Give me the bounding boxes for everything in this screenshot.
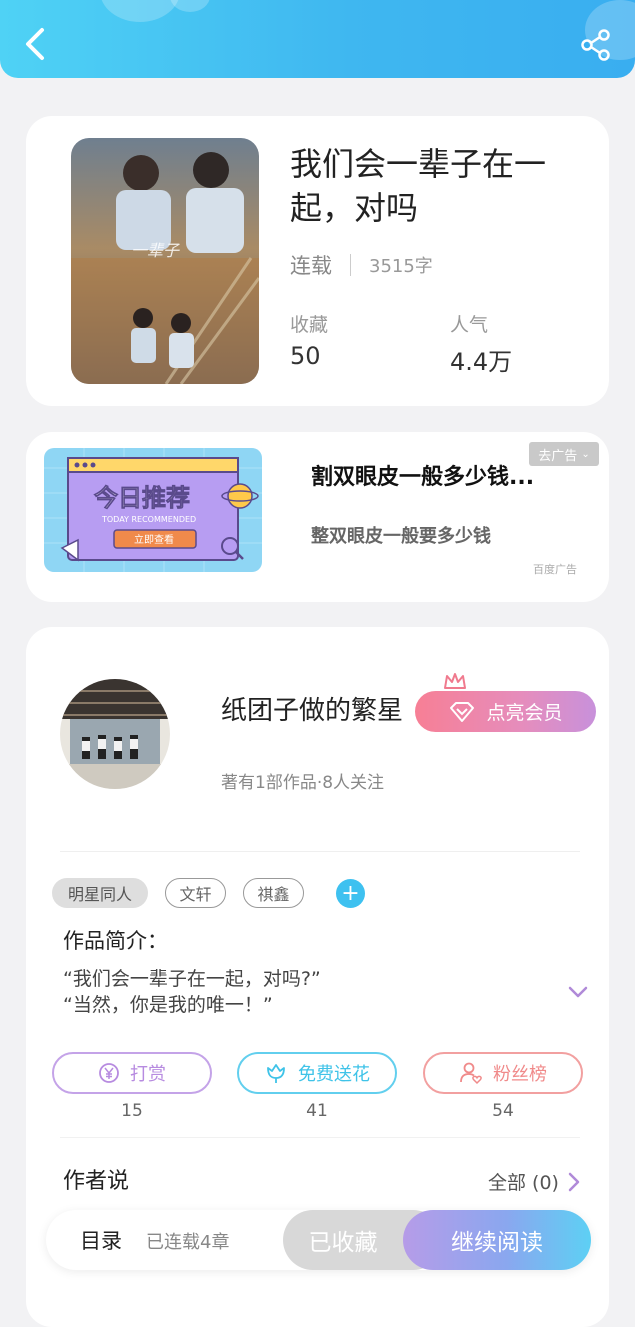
divider — [60, 1137, 580, 1138]
word-count: 3515字 — [369, 256, 433, 277]
fan-count: 54 — [492, 1101, 514, 1121]
send-flower-button[interactable]: 免费送花 — [237, 1052, 397, 1094]
fan-ranking-label: 粉丝榜 — [493, 1064, 547, 1085]
chevron-right-icon — [568, 1172, 580, 1191]
tip-count: 15 — [121, 1101, 143, 1121]
continue-reading-button[interactable]: 继续阅读 — [403, 1210, 591, 1270]
remove-ad-label: 去广告 — [538, 448, 578, 464]
fan-icon — [460, 1062, 482, 1085]
fan-ranking-button[interactable]: 粉丝榜 — [423, 1052, 583, 1094]
ad-image[interactable]: 今日推荐 TODAY RECOMMENDED 立即查看 — [44, 448, 262, 572]
tip-label: 打赏 — [130, 1064, 166, 1085]
share-icon — [581, 29, 610, 61]
back-button[interactable] — [18, 24, 52, 64]
vip-label: 点亮会员 — [486, 702, 563, 724]
book-cover[interactable]: 一辈子 — [71, 138, 259, 384]
favorited-label: 已收藏 — [308, 1230, 378, 1256]
ad-image-main-text: 今日推荐 — [94, 484, 190, 512]
author-says-title: 作者说 — [63, 1169, 130, 1194]
add-tag-button[interactable]: + — [336, 879, 365, 908]
decor-bubble — [170, 0, 210, 12]
popularity-value: 4.4万 — [450, 348, 513, 376]
expand-chevron-icon[interactable] — [567, 984, 589, 1000]
divider — [350, 254, 351, 276]
svg-text:一辈子: 一辈子 — [131, 241, 180, 260]
tip-button[interactable]: 打赏 — [52, 1052, 212, 1094]
crown-icon — [444, 673, 466, 689]
divider — [60, 851, 580, 852]
author-avatar[interactable] — [60, 679, 170, 789]
tag-chip[interactable]: 明星同人 — [52, 878, 148, 908]
ad-subtitle: 整双眼皮一般要多少钱 — [311, 526, 491, 547]
flower-icon — [267, 1064, 285, 1083]
vip-button[interactable]: 点亮会员 — [415, 691, 596, 732]
continue-reading-label: 继续阅读 — [451, 1230, 543, 1256]
ad-image-en-text: TODAY RECOMMENDED — [101, 515, 196, 524]
ad-source: 百度广告 — [533, 563, 577, 576]
remove-ad-button[interactable]: 去广告 ⌄ — [529, 442, 599, 466]
ad-illustration: 今日推荐 TODAY RECOMMENDED 立即查看 — [44, 448, 262, 572]
plus-icon: + — [341, 881, 360, 906]
ad-image-button-text: 立即查看 — [134, 533, 174, 546]
share-button[interactable] — [579, 28, 613, 62]
chevron-left-icon — [26, 28, 44, 60]
flower-count: 41 — [306, 1101, 328, 1121]
author-says-all-link[interactable]: 全部 (0) — [488, 1168, 581, 1195]
intro-label: 作品简介： — [63, 929, 168, 953]
top-header — [0, 0, 635, 78]
favorites-value: 50 — [290, 342, 321, 370]
popularity-label: 人气 — [450, 314, 489, 336]
send-flower-label: 免费送花 — [298, 1064, 370, 1085]
ad-title[interactable]: 割双眼皮一般多少钱... — [311, 459, 534, 491]
tag-chip[interactable]: 祺鑫 — [243, 878, 304, 908]
toc-button[interactable]: 目录 — [80, 1225, 122, 1255]
decor-bubble — [100, 0, 180, 22]
tag-chip[interactable]: 文轩 — [165, 878, 226, 908]
avatar-illustration — [60, 679, 170, 789]
cover-illustration: 一辈子 — [71, 138, 259, 384]
author-summary: 著有1部作品·8人关注 — [221, 773, 385, 793]
toc-chapter-count: 已连载4章 — [146, 1232, 230, 1253]
yen-icon — [99, 1063, 119, 1083]
favorites-label: 收藏 — [290, 314, 329, 336]
status-badge: 连载 — [290, 254, 332, 278]
chevron-down-icon: ⌄ — [581, 448, 590, 460]
all-label: 全部 (0) — [488, 1172, 559, 1194]
diamond-icon — [450, 701, 475, 722]
intro-line: “当然，你是我的唯一！” — [63, 994, 273, 1016]
book-title: 我们会一辈子在一起，对吗 — [290, 145, 547, 227]
intro-line: “我们会一辈子在一起，对吗?” — [63, 968, 321, 990]
author-name[interactable]: 纸团子做的繁星 — [221, 690, 403, 727]
book-meta: 连载 3515字 — [290, 250, 433, 280]
